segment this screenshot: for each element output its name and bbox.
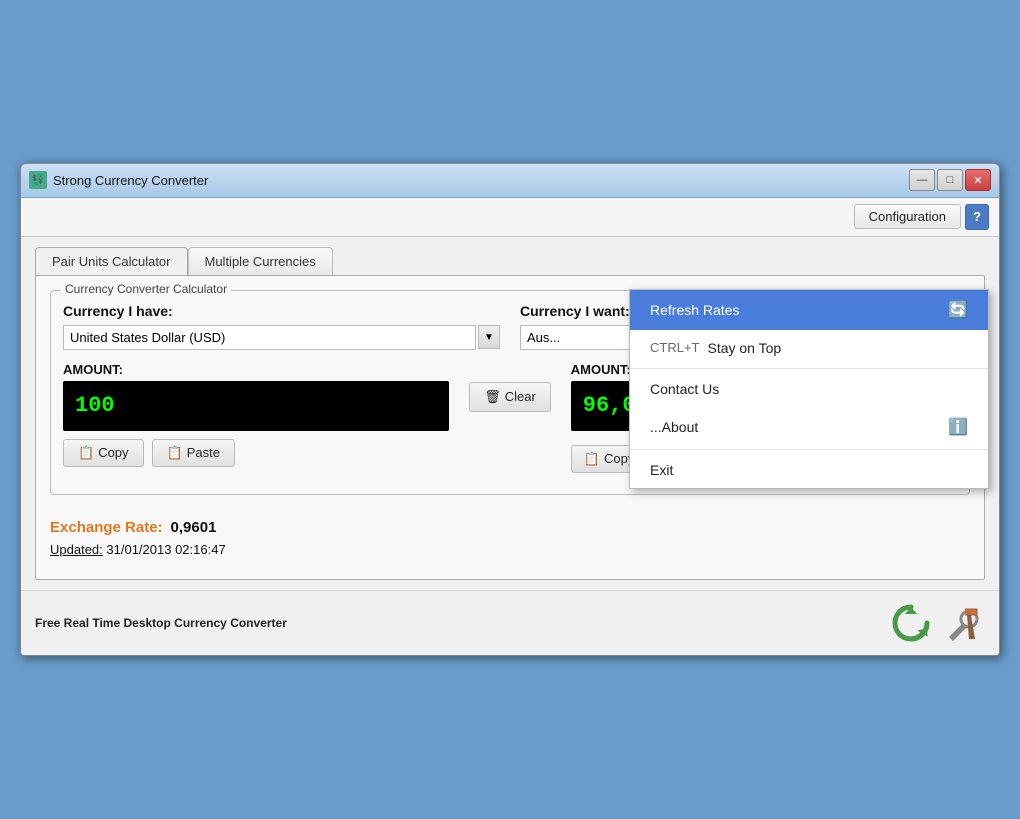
- menu-item-refresh-rates[interactable]: Refresh Rates 🔄: [630, 290, 988, 330]
- about-label: ...About: [650, 419, 940, 435]
- updated-value: 31/01/2013 02:16:47: [106, 542, 225, 557]
- menu-item-exit[interactable]: Exit: [630, 452, 988, 488]
- menu-item-about[interactable]: ...About ℹ️: [630, 407, 988, 447]
- copy-left-icon: 📋: [78, 445, 94, 461]
- clear-button[interactable]: 🗑 Clear: [469, 382, 551, 412]
- main-window: 💱 Strong Currency Converter — □ ✕ Config…: [20, 163, 1000, 656]
- exchange-rate-line: Exchange Rate: 0,9601: [50, 519, 970, 536]
- tools-icon[interactable]: [941, 601, 985, 645]
- stay-on-top-shortcut: CTRL+T: [650, 340, 699, 355]
- exit-label: Exit: [650, 462, 968, 478]
- footer-icons: [889, 601, 985, 645]
- refresh-icon[interactable]: [889, 601, 933, 645]
- copy-right-icon: 📋: [584, 451, 600, 467]
- tab-bar: Pair Units Calculator Multiple Currencie…: [35, 247, 985, 275]
- exchange-rate-value: 0,9601: [171, 519, 217, 536]
- clear-btn-wrap: 🗑 Clear: [469, 362, 551, 412]
- app-icon: 💱: [29, 171, 47, 189]
- left-btn-row: 📋 Copy 📋 Paste: [63, 439, 449, 467]
- title-bar-buttons: — □ ✕: [909, 169, 991, 191]
- contact-us-label: Contact Us: [650, 381, 968, 397]
- amount-left-label: AMOUNT:: [63, 362, 449, 377]
- tab-pair-units-label: Pair Units Calculator: [52, 254, 171, 269]
- updated-line: Updated: 31/01/2013 02:16:47: [50, 542, 970, 557]
- paste-icon: 📋: [167, 445, 183, 461]
- exchange-rate-label: Exchange Rate:: [50, 519, 163, 536]
- restore-button[interactable]: □: [937, 169, 963, 191]
- close-button[interactable]: ✕: [965, 169, 991, 191]
- stay-on-top-label: Stay on Top: [707, 340, 968, 356]
- currency-have-select-wrap: United States Dollar (USD) ▼: [63, 325, 500, 350]
- configuration-button[interactable]: Configuration: [854, 204, 961, 229]
- clear-icon: 🗑: [484, 389, 501, 405]
- footer: Free Real Time Desktop Currency Converte…: [21, 590, 999, 655]
- menu-divider-2: [630, 449, 988, 450]
- window-title: Strong Currency Converter: [53, 173, 208, 188]
- refresh-rates-label: Refresh Rates: [650, 302, 940, 318]
- currency-have-col: Currency I have: United States Dollar (U…: [63, 303, 500, 350]
- tab-multiple-currencies[interactable]: Multiple Currencies: [188, 247, 333, 275]
- menu-item-stay-on-top[interactable]: CTRL+T Stay on Top: [630, 330, 988, 366]
- updated-label: Updated:: [50, 542, 103, 557]
- amount-left-value: 100: [75, 393, 115, 418]
- currency-have-select[interactable]: United States Dollar (USD): [63, 325, 476, 350]
- amount-left-col: AMOUNT: 100 📋 Copy 📋 Paste: [63, 362, 449, 467]
- help-button[interactable]: ?: [965, 204, 989, 230]
- dropdown-menu: Refresh Rates 🔄 CTRL+T Stay on Top Conta…: [629, 289, 989, 489]
- menu-item-contact-us[interactable]: Contact Us: [630, 371, 988, 407]
- amount-left-display: 100: [63, 381, 449, 431]
- exchange-rate-section: Exchange Rate: 0,9601 Updated: 31/01/201…: [50, 511, 970, 565]
- copy-left-label: Copy: [98, 445, 128, 460]
- paste-button[interactable]: 📋 Paste: [152, 439, 235, 467]
- content-area: Refresh Rates 🔄 CTRL+T Stay on Top Conta…: [21, 237, 999, 590]
- refresh-icon-menu: 🔄: [948, 300, 968, 320]
- clear-label: Clear: [505, 389, 536, 404]
- currency-have-dropdown-arrow[interactable]: ▼: [478, 325, 500, 349]
- currency-have-label: Currency I have:: [63, 303, 500, 319]
- copy-left-button[interactable]: 📋 Copy: [63, 439, 144, 467]
- tab-multiple-currencies-label: Multiple Currencies: [205, 254, 316, 269]
- info-icon: ℹ️: [948, 417, 968, 437]
- group-box-label: Currency Converter Calculator: [61, 282, 231, 296]
- footer-text: Free Real Time Desktop Currency Converte…: [35, 616, 287, 630]
- toolbar: Configuration ?: [21, 198, 999, 237]
- title-bar-left: 💱 Strong Currency Converter: [29, 171, 208, 189]
- minimize-button[interactable]: —: [909, 169, 935, 191]
- tab-pair-units[interactable]: Pair Units Calculator: [35, 247, 188, 275]
- title-bar: 💱 Strong Currency Converter — □ ✕: [21, 164, 999, 198]
- paste-label: Paste: [187, 445, 220, 460]
- menu-divider-1: [630, 368, 988, 369]
